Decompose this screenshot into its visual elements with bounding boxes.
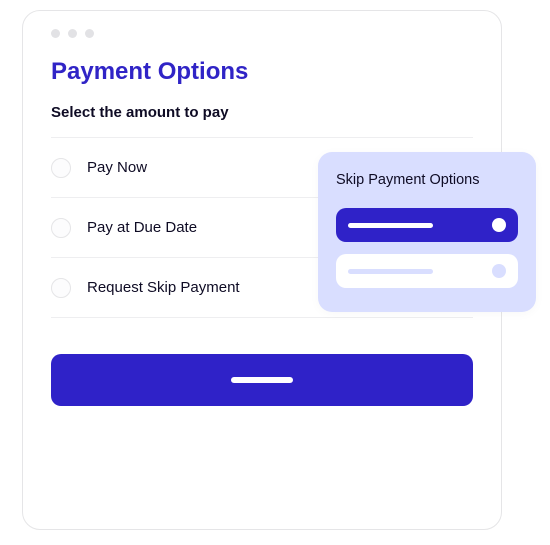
window-controls [51,29,473,38]
skip-option-toggle-active[interactable] [336,208,518,242]
dot-icon [85,29,94,38]
popup-title: Skip Payment Options [336,172,518,188]
skip-popup: Skip Payment Options [318,152,536,312]
submit-button[interactable] [51,354,473,406]
page-title: Payment Options [51,58,473,86]
toggle-line-icon [348,269,433,274]
radio-icon[interactable] [51,218,71,238]
dot-icon [51,29,60,38]
toggle-line-icon [348,223,433,228]
page-subtitle: Select the amount to pay [51,104,473,121]
radio-icon[interactable] [51,158,71,178]
option-label: Request Skip Payment [87,279,240,296]
radio-icon[interactable] [51,278,71,298]
option-label: Pay Now [87,159,147,176]
option-label: Pay at Due Date [87,219,197,236]
toggle-dot-icon [492,218,506,232]
skip-option-toggle-inactive[interactable] [336,254,518,288]
toggle-dot-icon [492,264,506,278]
dot-icon [68,29,77,38]
